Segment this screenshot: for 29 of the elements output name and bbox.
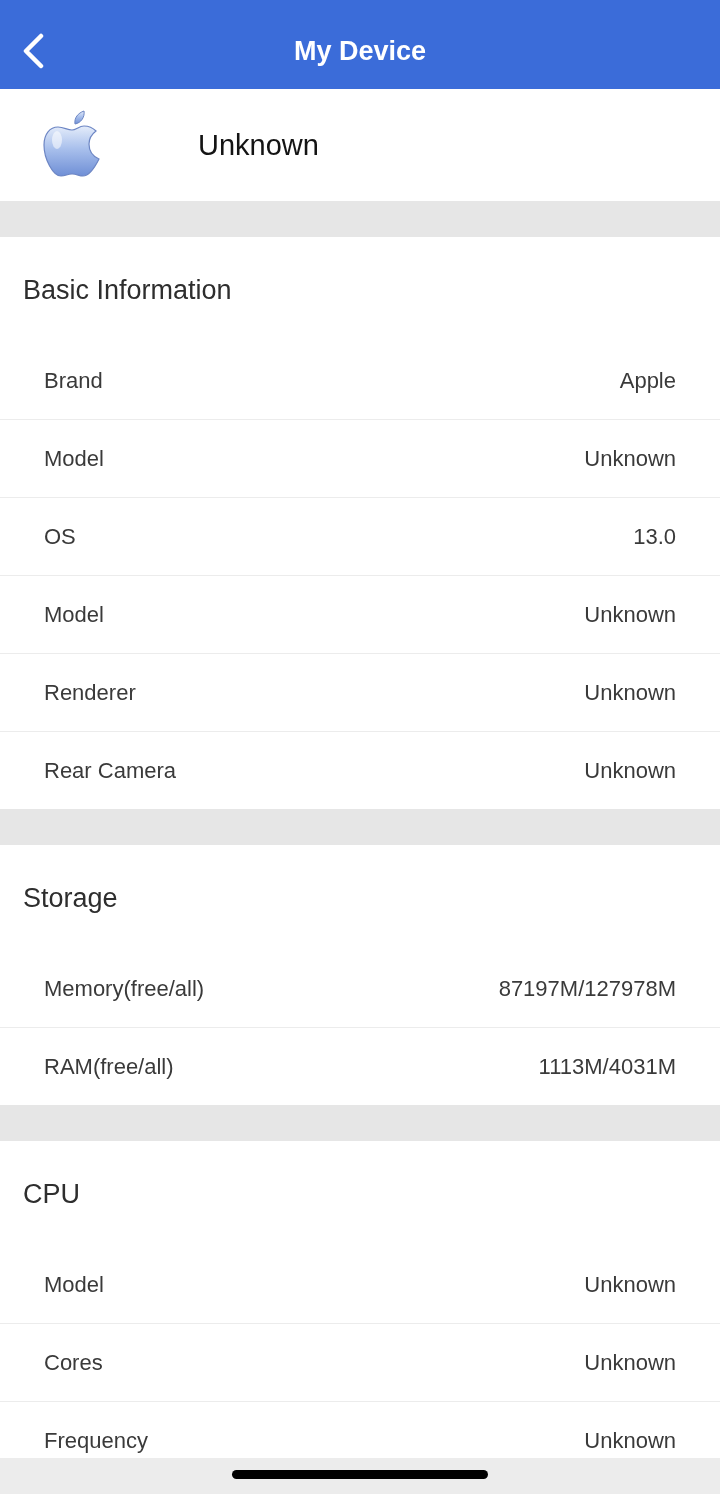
page-title: My Device xyxy=(293,38,427,65)
info-label: Model xyxy=(44,1273,104,1296)
info-value: 13.0 xyxy=(633,525,676,548)
info-value: Unknown xyxy=(584,759,676,782)
info-value: Unknown xyxy=(584,681,676,704)
info-value: Apple xyxy=(619,369,676,392)
info-label: Brand xyxy=(44,369,103,392)
apple-icon xyxy=(43,110,101,178)
section-title: Storage xyxy=(23,884,118,912)
info-label: Model xyxy=(44,447,104,470)
back-chevron-icon xyxy=(21,33,45,69)
info-value: 1113M/4031M xyxy=(538,1055,676,1078)
info-value: 87197M/127978M xyxy=(498,977,676,1000)
info-value: Unknown xyxy=(584,1273,676,1296)
info-label: Memory(free/all) xyxy=(44,977,205,1000)
info-label: Renderer xyxy=(44,681,136,704)
info-label: Model xyxy=(44,603,104,626)
info-label: Rear Camera xyxy=(44,759,177,782)
info-label: OS xyxy=(44,525,76,548)
section-title: CPU xyxy=(23,1180,80,1208)
info-label: RAM(free/all) xyxy=(44,1055,174,1078)
device-name: Unknown xyxy=(198,130,319,160)
info-label: Frequency xyxy=(44,1429,148,1452)
info-value: Unknown xyxy=(584,447,676,470)
info-value: Unknown xyxy=(584,1351,676,1374)
info-value: Unknown xyxy=(584,1429,676,1452)
section-title: Basic Information xyxy=(23,276,232,304)
info-label: Cores xyxy=(44,1351,103,1374)
info-value: Unknown xyxy=(584,603,676,626)
